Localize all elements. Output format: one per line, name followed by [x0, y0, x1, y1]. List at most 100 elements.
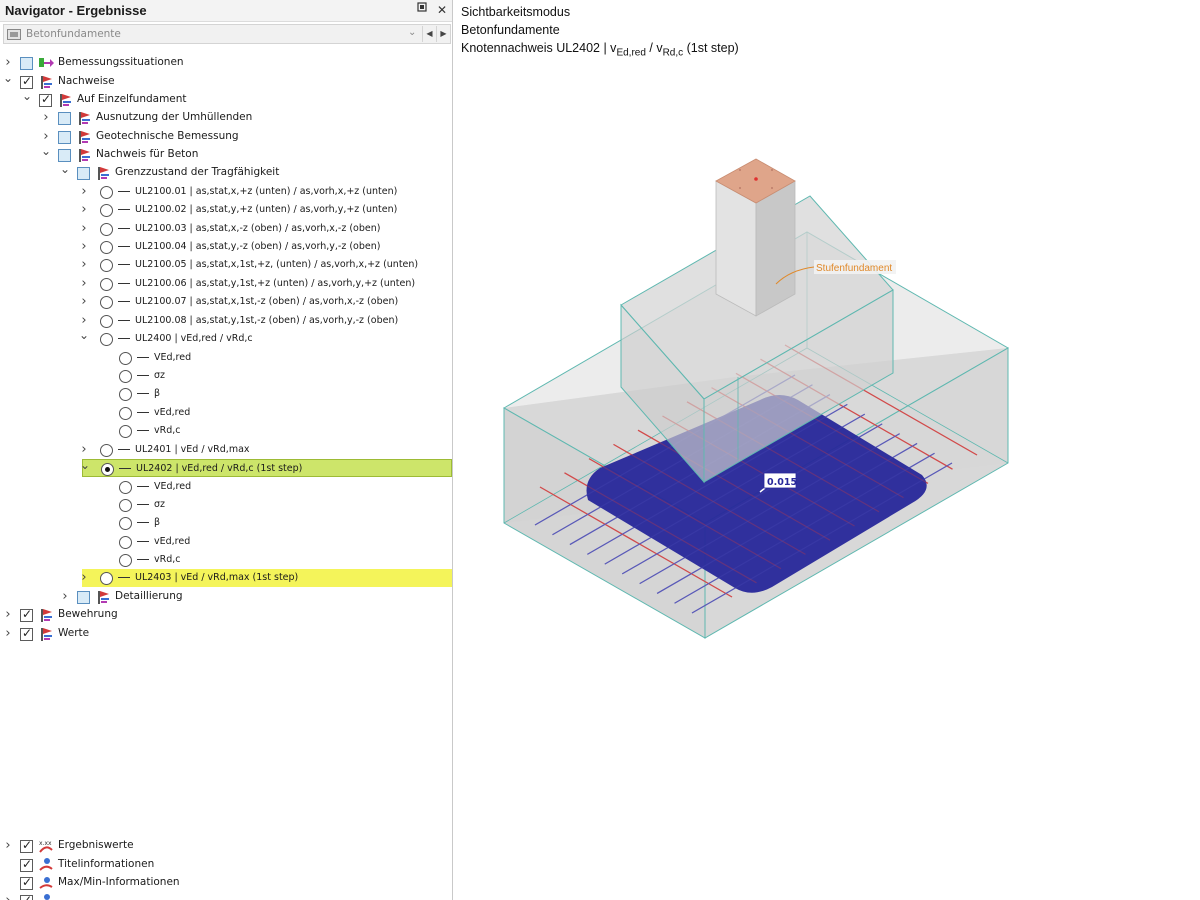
tree-item[interactable]: σz: [0, 367, 453, 385]
result-radio[interactable]: [100, 444, 113, 457]
result-radio[interactable]: [100, 204, 113, 217]
tree-item[interactable]: ›UL2100.07 | as,stat,x,1st,-z (oben) / a…: [0, 293, 453, 311]
collapse-icon[interactable]: ⌄: [2, 70, 14, 86]
result-radio[interactable]: [100, 259, 113, 272]
expand-icon[interactable]: ›: [2, 55, 14, 71]
expand-icon[interactable]: ›: [78, 294, 90, 310]
tree-item[interactable]: Titelinformationen: [0, 856, 453, 874]
collapse-icon[interactable]: ⌄: [21, 88, 33, 104]
expand-icon[interactable]: ›: [78, 221, 90, 237]
result-radio[interactable]: [100, 241, 113, 254]
expand-icon[interactable]: ›: [78, 257, 90, 273]
result-radio[interactable]: [100, 572, 113, 585]
tree-item[interactable]: ›Bemessungssituationen: [0, 54, 453, 72]
view-area[interactable]: Stufenfundament 0.015 Sichtbarkeitsmodus…: [454, 0, 1200, 900]
result-radio[interactable]: [119, 536, 132, 549]
results-dropdown[interactable]: Betonfundamente ⌄ ◀ ▶: [3, 24, 451, 44]
tree-checkbox[interactable]: [20, 895, 33, 900]
collapse-icon[interactable]: ⌄: [59, 161, 71, 177]
tree-checkbox[interactable]: [20, 859, 33, 872]
expand-icon[interactable]: ›: [59, 589, 71, 605]
result-radio[interactable]: [119, 481, 132, 494]
tree-item[interactable]: ›UL2100.04 | as,stat,y,-z (oben) / as,vo…: [0, 238, 453, 256]
expand-icon[interactable]: ›: [78, 570, 90, 586]
expand-icon[interactable]: ›: [78, 184, 90, 200]
tree-item[interactable]: ›UL2100.02 | as,stat,y,+z (unten) / as,v…: [0, 201, 453, 219]
tree-item[interactable]: ›Bewehrung: [0, 606, 453, 624]
tree-item[interactable]: ›Detaillierung: [0, 588, 453, 606]
result-radio[interactable]: [100, 278, 113, 291]
close-icon[interactable]: ✕: [434, 2, 450, 18]
result-radio[interactable]: [119, 370, 132, 383]
result-radio[interactable]: [100, 333, 113, 346]
result-radio[interactable]: [119, 517, 132, 530]
result-radio[interactable]: [100, 223, 113, 236]
collapse-icon[interactable]: ⌄: [78, 327, 90, 343]
tree-item[interactable]: vRd,c: [0, 422, 453, 440]
tree-item[interactable]: vRd,c: [0, 551, 453, 569]
tree-item[interactable]: VEd,red: [0, 478, 453, 496]
tree-item[interactable]: ›x.xxErgebniswerte: [0, 837, 453, 855]
tree-checkbox[interactable]: [20, 57, 33, 70]
tree-item[interactable]: ⌄Nachweise: [0, 73, 453, 91]
tree-item[interactable]: ⌄UL2400 | vEd,red / vRd,c: [0, 330, 453, 348]
tree-checkbox[interactable]: [77, 591, 90, 604]
result-radio[interactable]: [119, 425, 132, 438]
model-scene[interactable]: Stufenfundament 0.015: [454, 0, 1200, 900]
tree-item[interactable]: ›: [0, 892, 453, 900]
tree-checkbox[interactable]: [77, 167, 90, 180]
tree-checkbox[interactable]: [20, 628, 33, 641]
tree-item[interactable]: Max/Min-Informationen: [0, 874, 453, 892]
tree-item[interactable]: ›UL2401 | vEd / vRd,max: [0, 441, 453, 459]
tree-item[interactable]: ›UL2100.03 | as,stat,x,-z (oben) / as,vo…: [0, 220, 453, 238]
expand-icon[interactable]: ›: [78, 276, 90, 292]
tree-item[interactable]: ›Werte: [0, 625, 453, 643]
expand-icon[interactable]: ›: [2, 626, 14, 642]
expand-icon[interactable]: ›: [78, 239, 90, 255]
result-radio[interactable]: [119, 554, 132, 567]
collapse-icon[interactable]: ⌄: [79, 457, 91, 473]
expand-icon[interactable]: ›: [2, 893, 14, 900]
tree-item[interactable]: β: [0, 514, 453, 532]
pin-icon[interactable]: [414, 2, 430, 18]
tree-item[interactable]: β: [0, 385, 453, 403]
tree-item[interactable]: ›UL2403 | vEd / vRd,max (1st step): [82, 569, 452, 587]
expand-icon[interactable]: ›: [78, 202, 90, 218]
tree-item[interactable]: vEd,red: [0, 404, 453, 422]
tree-checkbox[interactable]: [20, 609, 33, 622]
result-radio[interactable]: [100, 186, 113, 199]
tree-item[interactable]: ⌄Grenzzustand der Tragfähigkeit: [0, 164, 453, 182]
expand-icon[interactable]: ›: [2, 607, 14, 623]
annotation-label[interactable]: Stufenfundament: [816, 263, 892, 274]
prev-arrow-icon[interactable]: ◀: [422, 26, 436, 42]
tree-checkbox[interactable]: [58, 131, 71, 144]
result-radio[interactable]: [100, 296, 113, 309]
result-radio[interactable]: [101, 463, 114, 476]
result-radio[interactable]: [119, 388, 132, 401]
value-label[interactable]: 0.015: [767, 477, 797, 488]
tree-item[interactable]: ›Ausnutzung der Umhüllenden: [0, 109, 453, 127]
tree-checkbox[interactable]: [58, 112, 71, 125]
tree-item[interactable]: vEd,red: [0, 533, 453, 551]
tree-item[interactable]: ›Geotechnische Bemessung: [0, 128, 453, 146]
expand-icon[interactable]: ›: [2, 838, 14, 854]
tree-item[interactable]: VEd,red: [0, 349, 453, 367]
result-radio[interactable]: [119, 407, 132, 420]
tree-checkbox[interactable]: [39, 94, 52, 107]
expand-icon[interactable]: ›: [78, 442, 90, 458]
expand-icon[interactable]: ›: [40, 110, 52, 126]
tree-item[interactable]: ›UL2100.05 | as,stat,x,1st,+z, (unten) /…: [0, 256, 453, 274]
tree-item[interactable]: ⌄UL2402 | vEd,red / vRd,c (1st step): [82, 459, 452, 477]
tree-item[interactable]: ⌄Auf Einzelfundament: [0, 91, 453, 109]
chevron-down-icon[interactable]: ⌄: [408, 27, 416, 38]
tree-item[interactable]: ›UL2100.06 | as,stat,y,1st,+z (unten) / …: [0, 275, 453, 293]
tree-checkbox[interactable]: [20, 840, 33, 853]
tree-item[interactable]: ›UL2100.01 | as,stat,x,+z (unten) / as,v…: [0, 183, 453, 201]
result-radio[interactable]: [119, 352, 132, 365]
next-arrow-icon[interactable]: ▶: [436, 26, 450, 42]
collapse-icon[interactable]: ⌄: [40, 143, 52, 159]
result-radio[interactable]: [100, 315, 113, 328]
tree-item[interactable]: ›UL2100.08 | as,stat,y,1st,-z (oben) / a…: [0, 312, 453, 330]
result-radio[interactable]: [119, 499, 132, 512]
tree-checkbox[interactable]: [20, 877, 33, 890]
